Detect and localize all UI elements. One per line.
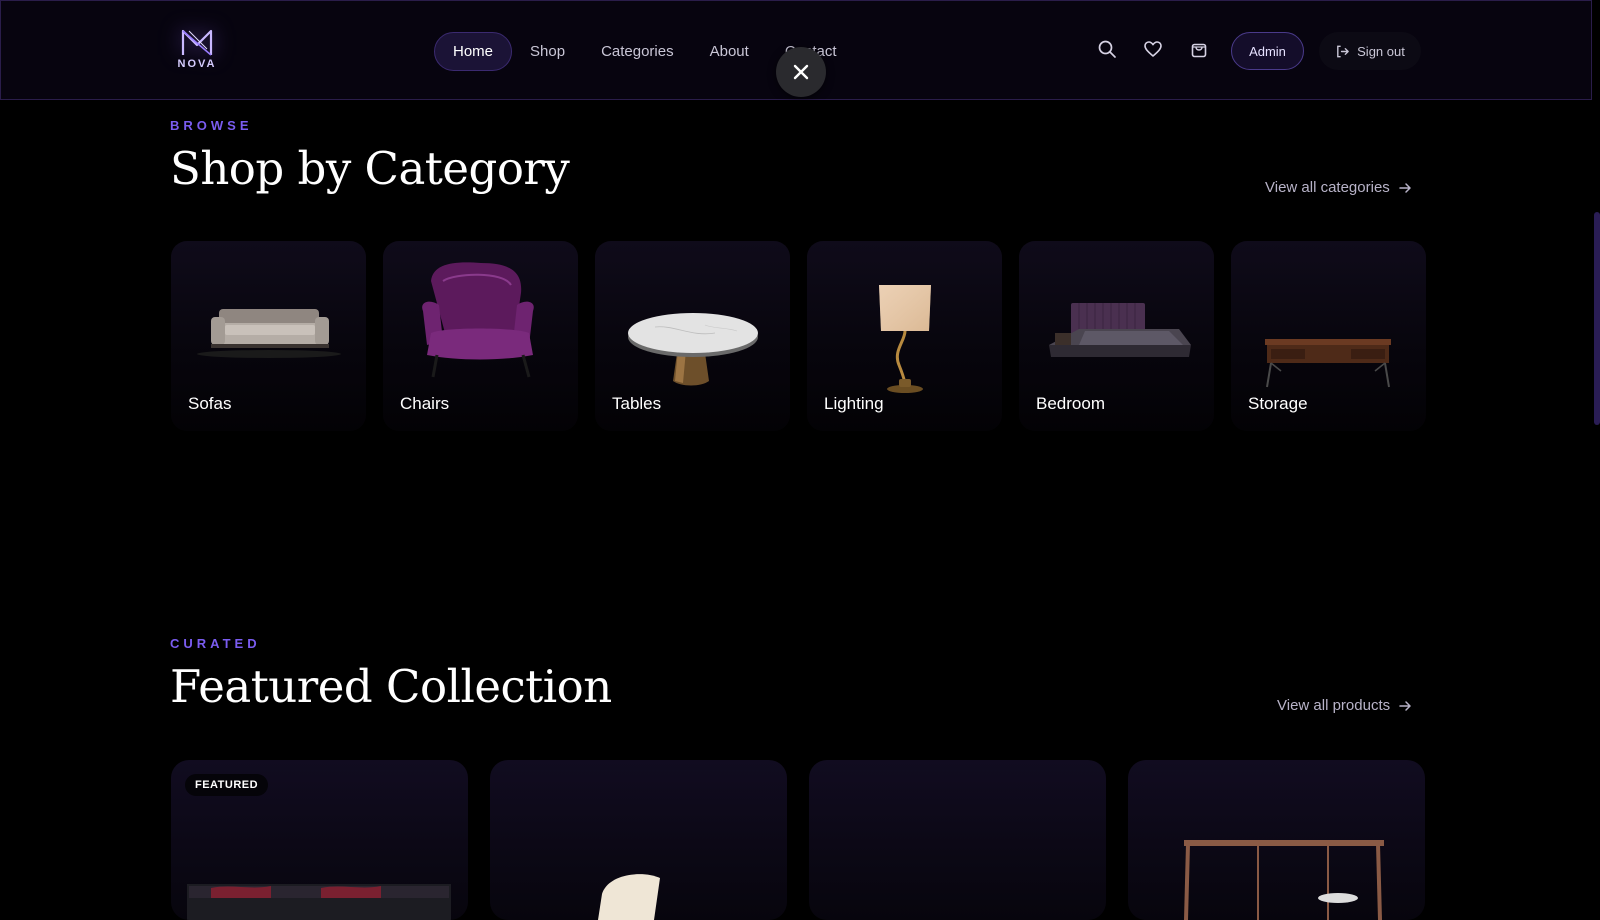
- category-card-sofas[interactable]: Sofas: [171, 241, 366, 431]
- admin-button[interactable]: Admin: [1231, 32, 1304, 70]
- nav-link-categories[interactable]: Categories: [583, 32, 692, 71]
- featured-eyebrow: CURATED: [170, 636, 261, 651]
- nav-link-about[interactable]: About: [692, 32, 767, 71]
- category-grid: Sofas Chairs Tables Lighting Bedroom Sto…: [171, 241, 1426, 431]
- view-all-products-label: View all products: [1277, 697, 1391, 714]
- category-card-lighting[interactable]: Lighting: [807, 241, 1002, 431]
- sign-out-icon: [1337, 45, 1349, 57]
- nav-icon-group: [1095, 37, 1211, 61]
- armchair-image: [422, 262, 534, 378]
- product-card[interactable]: [490, 760, 787, 920]
- category-label-lighting: Lighting: [824, 394, 884, 413]
- brand-logo[interactable]: NOVA: [171, 27, 223, 71]
- category-card-bedroom[interactable]: Bedroom: [1019, 241, 1214, 431]
- desk-image: [1265, 339, 1391, 388]
- search-icon[interactable]: [1095, 37, 1119, 61]
- heart-icon[interactable]: [1141, 37, 1165, 61]
- sofa-image: [197, 309, 341, 358]
- category-label-bedroom: Bedroom: [1036, 394, 1105, 413]
- view-all-products-link[interactable]: View all products: [1277, 697, 1412, 714]
- nav-link-home[interactable]: Home: [434, 32, 513, 71]
- product-card[interactable]: FEATURED: [171, 760, 468, 920]
- brand-name: NOVA: [177, 58, 217, 70]
- category-card-chairs[interactable]: Chairs: [383, 241, 578, 431]
- page-scrollbar[interactable]: [1594, 212, 1600, 425]
- view-all-categories-label: View all categories: [1265, 179, 1390, 196]
- nav-link-shop[interactable]: Shop: [512, 32, 583, 71]
- bed-image: [1049, 303, 1191, 357]
- category-label-tables: Tables: [612, 394, 662, 413]
- arrow-right-icon: [1399, 700, 1411, 711]
- product-image: [1184, 840, 1384, 920]
- featured-product-grid: FEATURED: [171, 760, 1425, 920]
- product-card[interactable]: [1128, 760, 1425, 920]
- lamp-image: [879, 285, 931, 393]
- arrow-right-icon: [1399, 182, 1411, 193]
- sign-out-label: Sign out: [1357, 43, 1405, 59]
- category-label-storage: Storage: [1248, 394, 1308, 413]
- category-label-chairs: Chairs: [400, 394, 450, 413]
- shopping-bag-icon[interactable]: [1187, 37, 1211, 61]
- close-icon: [793, 64, 809, 80]
- categories-eyebrow: BROWSE: [170, 118, 253, 133]
- nova-logo-icon: [181, 29, 213, 56]
- sign-out-button[interactable]: Sign out: [1319, 32, 1421, 70]
- category-label-sofas: Sofas: [188, 394, 232, 413]
- table-image: [628, 313, 758, 386]
- categories-title: Shop by Category: [170, 142, 570, 195]
- category-card-tables[interactable]: Tables: [595, 241, 790, 431]
- product-image: [598, 874, 660, 920]
- view-all-categories-link[interactable]: View all categories: [1265, 179, 1412, 196]
- product-image: [187, 884, 451, 920]
- category-card-storage[interactable]: Storage: [1231, 241, 1426, 431]
- featured-title: Featured Collection: [170, 660, 612, 713]
- product-card[interactable]: [809, 760, 1106, 920]
- close-button[interactable]: [776, 47, 826, 97]
